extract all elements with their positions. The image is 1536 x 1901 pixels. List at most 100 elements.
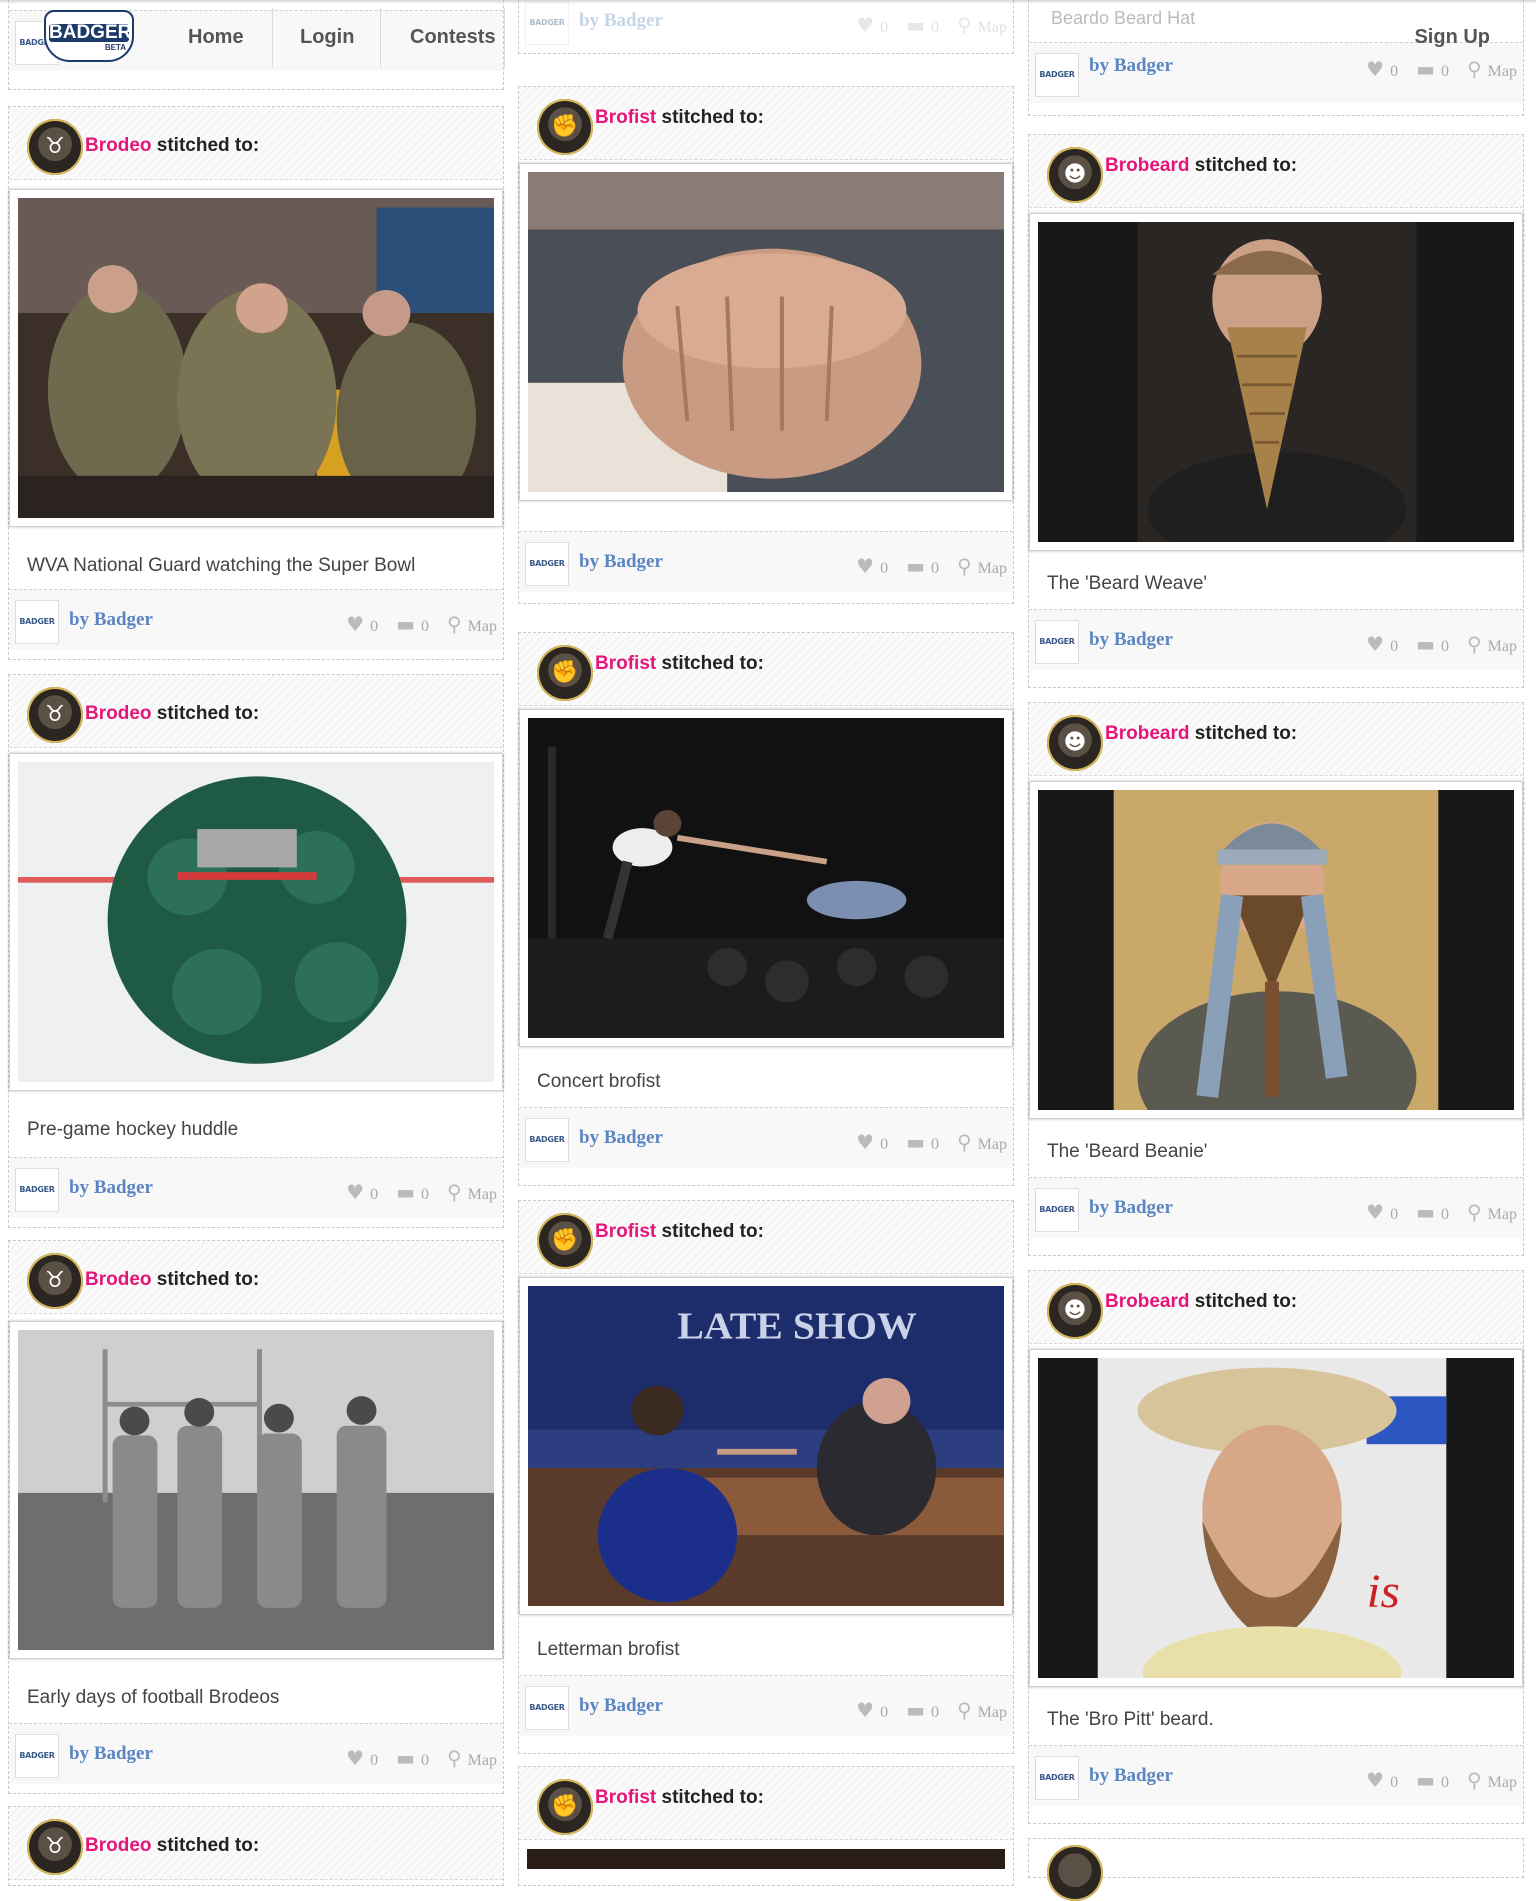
- photo-frame[interactable]: [9, 1321, 503, 1659]
- photo-vintage-football[interactable]: [18, 1330, 494, 1650]
- avatar[interactable]: ♉: [27, 119, 83, 175]
- map-link[interactable]: ⚲ Map: [447, 612, 497, 636]
- photo-frame[interactable]: [519, 163, 1013, 501]
- username-link[interactable]: Brobeard: [1105, 1291, 1189, 1312]
- photo-letterman[interactable]: LATE SHOW: [528, 1286, 1004, 1606]
- comment-button[interactable]: ▬ 0: [396, 1746, 429, 1770]
- photo-hockey[interactable]: [18, 762, 494, 1082]
- stitch-card: ☻ Brobeard stitched to: The 'Beard Weave…: [1028, 134, 1524, 688]
- heart-icon: ♥: [346, 1180, 365, 1204]
- badger-logo[interactable]: BADGER BETA: [36, 8, 136, 62]
- photo-frame[interactable]: [1029, 781, 1523, 1119]
- byline-link[interactable]: by Badger: [1089, 1197, 1173, 1219]
- avatar[interactable]: ☻: [1047, 1283, 1103, 1339]
- username-link[interactable]: Brofist: [595, 1787, 656, 1808]
- username-link[interactable]: Brodeo: [85, 135, 152, 156]
- heart-icon: ♥: [856, 1698, 875, 1722]
- username-link[interactable]: Brofist: [595, 1221, 656, 1242]
- photo-frame[interactable]: [9, 753, 503, 1091]
- avatar[interactable]: ☻: [1047, 147, 1103, 203]
- photo-frame[interactable]: [519, 709, 1013, 1047]
- avatar[interactable]: ♉: [27, 1819, 83, 1875]
- avatar[interactable]: [1047, 1845, 1103, 1901]
- photo-beard-beanie[interactable]: [1038, 790, 1514, 1110]
- avatar[interactable]: ♉: [27, 687, 83, 743]
- byline-link[interactable]: by Badger: [1089, 1765, 1173, 1787]
- photo-frame[interactable]: [1029, 213, 1523, 551]
- byline-link[interactable]: by Badger: [579, 1127, 663, 1149]
- avatar[interactable]: ♉: [27, 1253, 83, 1309]
- like-button[interactable]: ♥ 0: [1366, 632, 1398, 656]
- map-link[interactable]: ⚲ Map: [957, 1698, 1007, 1722]
- photo-concert[interactable]: [528, 718, 1004, 1038]
- username-link[interactable]: Brodeo: [85, 1835, 152, 1856]
- photo-bro-pitt[interactable]: is: [1038, 1358, 1514, 1678]
- comment-button[interactable]: ▬ 0: [906, 554, 939, 578]
- like-button[interactable]: ♥ 0: [346, 612, 378, 636]
- comment-button[interactable]: ▬ 0: [1416, 1200, 1449, 1224]
- avatar[interactable]: ✊: [537, 99, 593, 155]
- nav-contests[interactable]: Contests: [410, 26, 496, 49]
- photo-frame[interactable]: is: [1029, 1349, 1523, 1687]
- username-link[interactable]: Brobeard: [1105, 155, 1189, 176]
- like-button[interactable]: ♥ 0: [856, 554, 888, 578]
- like-button[interactable]: ♥ 0: [1366, 1200, 1398, 1224]
- comment-button[interactable]: ▬ 0: [1416, 632, 1449, 656]
- badger-mini-logo[interactable]: BADGER: [525, 1118, 569, 1162]
- photo-beard-weave[interactable]: [1038, 222, 1514, 542]
- comment-button[interactable]: ▬ 0: [906, 1130, 939, 1154]
- byline-link[interactable]: by Badger: [69, 1743, 153, 1765]
- photo-frame[interactable]: LATE SHOW: [519, 1277, 1013, 1615]
- byline-link[interactable]: by Badger: [579, 1695, 663, 1717]
- avatar[interactable]: ✊: [537, 1779, 593, 1835]
- photo-partial[interactable]: [527, 1849, 1005, 1869]
- photo-frame[interactable]: [9, 189, 503, 527]
- signup-button[interactable]: Sign Up: [1414, 26, 1490, 49]
- photo-fist[interactable]: [528, 172, 1004, 492]
- map-pin-icon: ⚲: [1467, 1200, 1482, 1224]
- map-link[interactable]: ⚲ Map: [957, 1130, 1007, 1154]
- card-header-text: Brodeo stitched to:: [85, 1835, 259, 1857]
- badger-mini-logo[interactable]: BADGER: [15, 1168, 59, 1212]
- comment-button[interactable]: ▬ 0: [1416, 1768, 1449, 1792]
- card-stats: ♥ 0 ▬ 0 ⚲ Map: [1352, 632, 1517, 656]
- username-link[interactable]: Brofist: [595, 653, 656, 674]
- badger-mini-logo[interactable]: BADGER: [15, 1734, 59, 1778]
- byline-link[interactable]: by Badger: [579, 551, 663, 573]
- like-button[interactable]: ♥ 0: [856, 1698, 888, 1722]
- avatar[interactable]: ☻: [1047, 715, 1103, 771]
- avatar[interactable]: ✊: [537, 645, 593, 701]
- badger-mini-logo[interactable]: BADGER: [15, 600, 59, 644]
- badger-mini-logo[interactable]: BADGER: [1035, 1756, 1079, 1800]
- map-link[interactable]: ⚲ Map: [1467, 632, 1517, 656]
- comment-button[interactable]: ▬ 0: [396, 612, 429, 636]
- avatar[interactable]: ✊: [537, 1213, 593, 1269]
- username-link[interactable]: Brodeo: [85, 703, 152, 724]
- badger-mini-logo[interactable]: BADGER: [1035, 1188, 1079, 1232]
- comment-button[interactable]: ▬ 0: [906, 1698, 939, 1722]
- like-button[interactable]: ♥ 0: [856, 1130, 888, 1154]
- byline-link[interactable]: by Badger: [1089, 629, 1173, 651]
- byline-link[interactable]: by Badger: [69, 1177, 153, 1199]
- like-button[interactable]: ♥ 0: [346, 1746, 378, 1770]
- nav-login[interactable]: Login: [300, 26, 354, 49]
- map-link[interactable]: ⚲ Map: [957, 554, 1007, 578]
- like-button[interactable]: ♥ 0: [1366, 1768, 1398, 1792]
- like-button[interactable]: ♥ 0: [346, 1180, 378, 1204]
- map-link[interactable]: ⚲ Map: [1467, 1200, 1517, 1224]
- badger-mini-logo[interactable]: BADGER: [525, 1686, 569, 1730]
- nav-home[interactable]: Home: [188, 26, 244, 49]
- comment-icon: ▬: [906, 1130, 926, 1154]
- map-link[interactable]: ⚲ Map: [1467, 1768, 1517, 1792]
- map-link[interactable]: ⚲ Map: [447, 1746, 497, 1770]
- map-link[interactable]: ⚲ Map: [447, 1180, 497, 1204]
- comment-button[interactable]: ▬ 0: [396, 1180, 429, 1204]
- byline-link[interactable]: by Badger: [69, 609, 153, 631]
- username-link[interactable]: Brobeard: [1105, 723, 1189, 744]
- badger-mini-logo[interactable]: BADGER: [1035, 620, 1079, 664]
- username-link[interactable]: Brodeo: [85, 1269, 152, 1290]
- card-header-text: Brobeard stitched to:: [1105, 1291, 1297, 1313]
- badger-mini-logo[interactable]: BADGER: [525, 542, 569, 586]
- username-link[interactable]: Brofist: [595, 107, 656, 128]
- photo-soldiers[interactable]: [18, 198, 494, 518]
